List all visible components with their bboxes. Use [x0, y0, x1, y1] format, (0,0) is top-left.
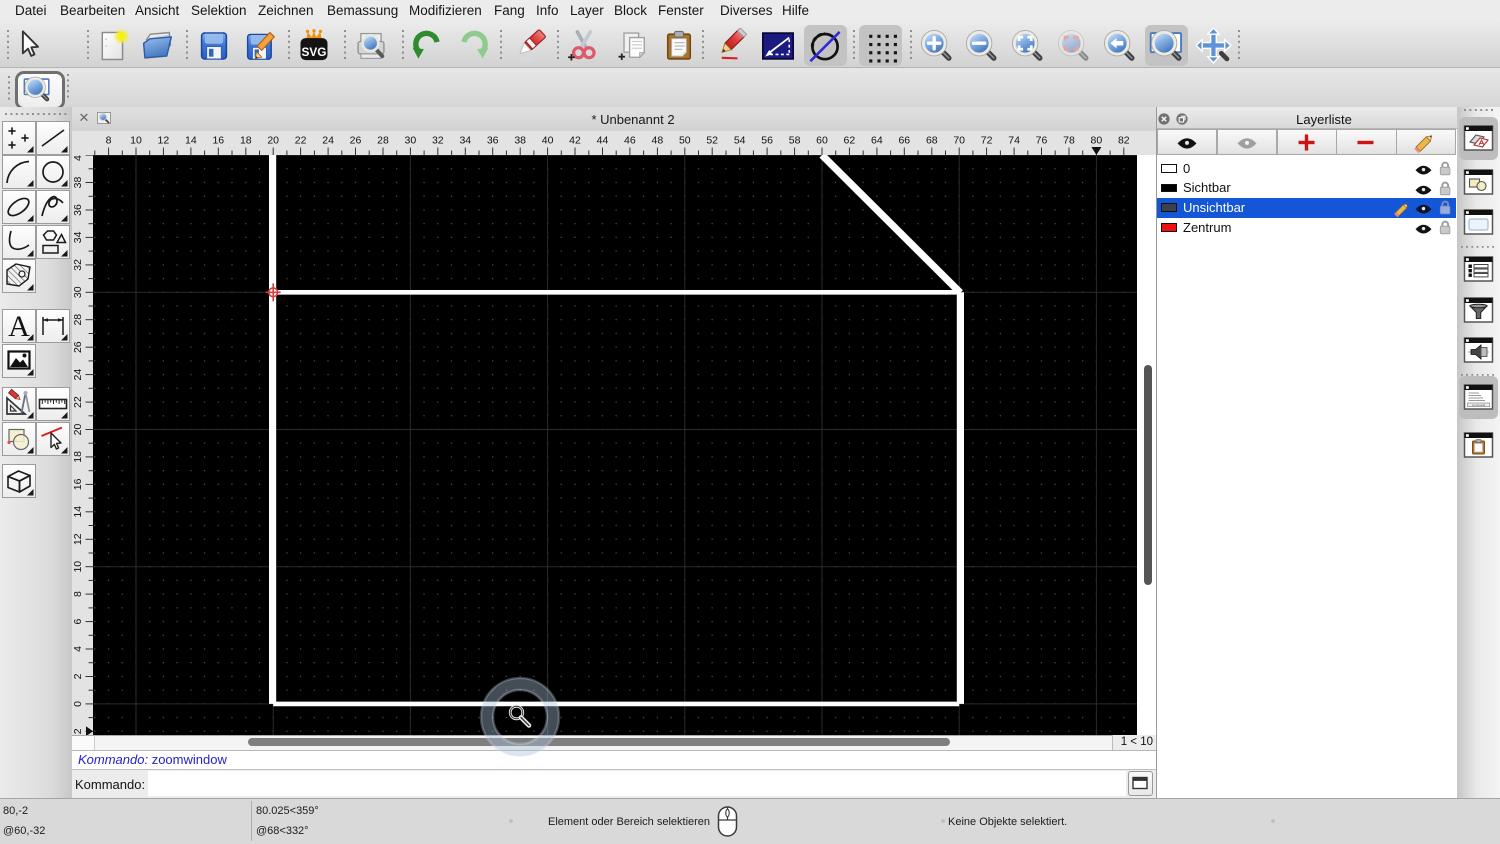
svg-text:18: 18 — [72, 451, 84, 463]
svg-text:74: 74 — [1008, 135, 1020, 147]
svg-text:14: 14 — [72, 506, 84, 518]
svg-text:30: 30 — [405, 135, 417, 147]
svg-text:42: 42 — [569, 135, 581, 147]
svg-text:2: 2 — [72, 728, 84, 734]
svg-text:56: 56 — [761, 135, 773, 147]
svg-text:10: 10 — [72, 561, 84, 573]
svg-text:A: A — [8, 310, 30, 343]
svg-text:78: 78 — [1063, 135, 1075, 147]
svg-text:36: 36 — [72, 204, 84, 216]
svg-text:32: 32 — [432, 135, 444, 147]
svg-text:48: 48 — [652, 135, 664, 147]
svg-text:40: 40 — [72, 155, 84, 161]
svg-text:22: 22 — [295, 135, 307, 147]
svg-text:24: 24 — [72, 369, 84, 381]
svg-text:16: 16 — [72, 478, 84, 490]
svg-text:38: 38 — [72, 177, 84, 189]
svg-text:22: 22 — [72, 396, 84, 408]
svg-text:76: 76 — [1036, 135, 1048, 147]
svg-text:66: 66 — [898, 135, 910, 147]
svg-text:68: 68 — [926, 135, 938, 147]
svg-text:24: 24 — [322, 135, 334, 147]
svg-text:52: 52 — [706, 135, 718, 147]
svg-text:8: 8 — [72, 591, 84, 597]
svg-text:6: 6 — [72, 619, 84, 625]
svg-text:12: 12 — [158, 135, 170, 147]
svg-text:0: 0 — [72, 701, 84, 707]
svg-text:64: 64 — [871, 135, 883, 147]
svg-text:36: 36 — [487, 135, 499, 147]
svg-text:50: 50 — [679, 135, 691, 147]
svg-text:46: 46 — [624, 135, 636, 147]
svg-text:18: 18 — [240, 135, 252, 147]
svg-text:34: 34 — [459, 135, 471, 147]
svg-text:62: 62 — [844, 135, 856, 147]
svg-text:16: 16 — [212, 135, 224, 147]
svg-text:26: 26 — [350, 135, 362, 147]
svg-text:10: 10 — [130, 135, 142, 147]
svg-text:26: 26 — [72, 341, 84, 353]
svg-text:34: 34 — [72, 231, 84, 243]
svg-text:20: 20 — [72, 424, 84, 436]
svg-text:38: 38 — [514, 135, 526, 147]
svg-text:8: 8 — [106, 135, 112, 147]
svg-text:58: 58 — [789, 135, 801, 147]
svg-text:command: command — [1472, 403, 1486, 407]
svg-text:SVG: SVG — [302, 45, 327, 59]
svg-text:80: 80 — [1091, 135, 1103, 147]
svg-text:4: 4 — [72, 646, 84, 652]
svg-text:70: 70 — [953, 135, 965, 147]
svg-text:20: 20 — [267, 135, 279, 147]
svg-text:54: 54 — [734, 135, 746, 147]
svg-text:2: 2 — [72, 673, 84, 679]
svg-text:30: 30 — [72, 286, 84, 298]
svg-text:82: 82 — [1118, 135, 1130, 147]
svg-text:60: 60 — [816, 135, 828, 147]
svg-text:72: 72 — [981, 135, 993, 147]
svg-text:44: 44 — [597, 135, 609, 147]
svg-text:28: 28 — [72, 314, 84, 326]
svg-text:14: 14 — [185, 135, 197, 147]
svg-text:40: 40 — [542, 135, 554, 147]
svg-text:32: 32 — [72, 259, 84, 271]
svg-text:28: 28 — [377, 135, 389, 147]
svg-text:12: 12 — [72, 533, 84, 545]
